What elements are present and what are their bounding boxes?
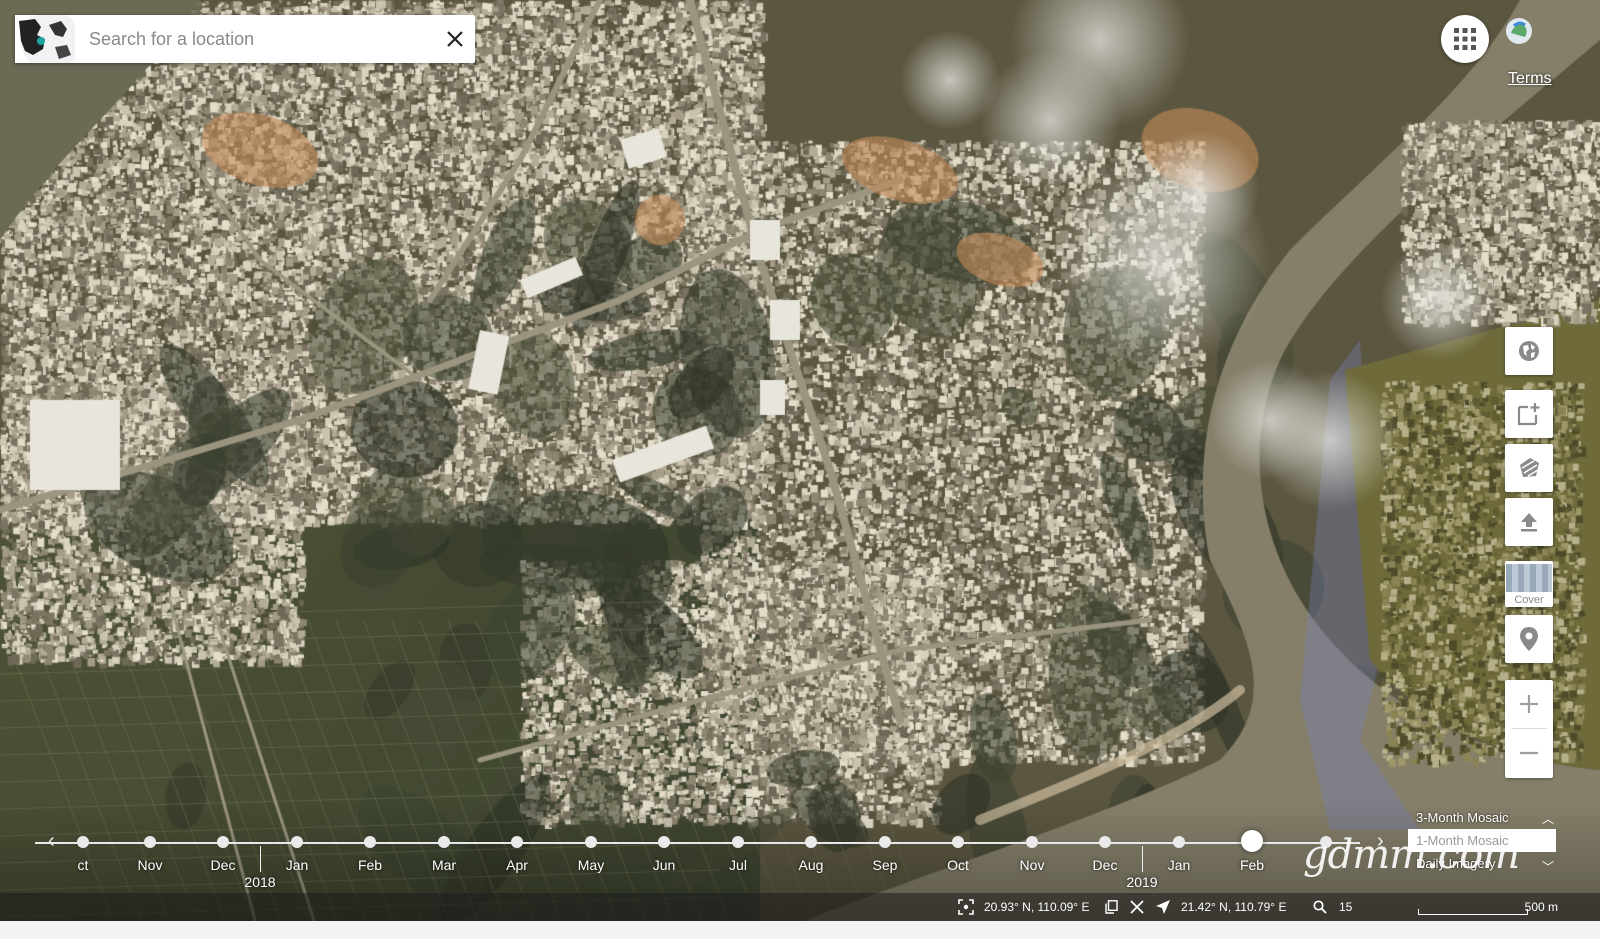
timeline-month-label[interactable]: Jul [729,857,747,873]
timeline-month-dot[interactable] [511,836,523,848]
timeline-month-label[interactable]: Nov [138,857,163,873]
globe-icon [1519,341,1539,361]
timeline-month-label[interactable]: Feb [358,857,382,873]
draw-area-button[interactable] [1505,444,1553,492]
close-icon [447,31,463,47]
avatar[interactable] [1505,17,1533,45]
timeline-month-dot[interactable] [952,836,964,848]
timeline-selected-handle[interactable] [1241,830,1263,852]
timeline-month-dot[interactable] [1099,836,1111,848]
add-box-icon [1517,403,1540,426]
timeline-month-label[interactable]: Apr [506,857,528,873]
timeline-month-label[interactable]: Dec [211,857,236,873]
scale-bar-label: 500 m [1524,900,1558,914]
timeline-month-dot[interactable] [879,836,891,848]
polygon-icon [1520,458,1539,477]
mosaic-option[interactable]: 3-Month Mosaic [1408,806,1556,829]
minus-icon [1520,751,1538,755]
timeline-month-label[interactable]: ct [78,857,89,873]
copy-icon[interactable] [1105,900,1119,914]
timeline-month-label[interactable]: Jan [286,857,309,873]
chevron-up-icon[interactable]: ︿ [1542,810,1554,827]
upload-button[interactable] [1505,498,1553,546]
view-coordinates-text: 20.93° N, 110.09° E [984,900,1090,914]
watermark: gdmm.com [1303,832,1520,878]
timeline-month-label[interactable]: Jan [1168,857,1191,873]
magnifier-icon [1313,900,1327,914]
timeline-month-label[interactable]: Dec [1093,857,1118,873]
timeline-month-dot[interactable] [291,836,303,848]
apps-button[interactable] [1441,15,1489,63]
grid-icon [1454,28,1476,50]
timeline-month-dot[interactable] [658,836,670,848]
zoom-out-button[interactable] [1505,729,1553,777]
scale-bar: 500 m [1418,893,1558,921]
add-layer-button[interactable] [1505,390,1553,438]
timeline-month-dot[interactable] [732,836,744,848]
search-input[interactable] [75,18,435,60]
timeline-prev-button[interactable]: ‹ [48,831,55,851]
timeline-month-dot[interactable] [1173,836,1185,848]
place-marker-button[interactable] [1505,615,1553,663]
zoom-level-text: 15 [1339,900,1353,914]
timeline-month-label[interactable]: Mar [432,857,456,873]
navigation-arrow-icon[interactable] [1155,899,1171,915]
timeline-month-label[interactable]: Oct [947,857,969,873]
timeline-month-dot[interactable] [77,836,89,848]
basemap-button[interactable] [1505,327,1553,375]
satellite-map[interactable] [0,0,1600,939]
plus-icon [1520,695,1538,713]
cursor-coordinates-text: 21.42° N, 110.79° E [1181,900,1287,914]
search-bar [15,15,475,63]
cloud-cover-label: Cover [1514,593,1544,606]
timeline-month-dot[interactable] [144,836,156,848]
cursor-location: 21.42° N, 110.79° E [1155,893,1286,921]
timeline-track[interactable] [35,842,1360,844]
status-bar: 20.93° N, 110.09° E 21.42° N, 110.79° E … [0,893,1600,921]
timeline-month-dot[interactable] [217,836,229,848]
timeline-month-label[interactable]: Jun [653,857,676,873]
zoom-level: 15 [1313,893,1352,921]
footer-strip [0,921,1600,939]
cloud-cover-button[interactable]: Cover [1505,561,1553,607]
location-pin-icon [1520,627,1538,651]
timeline-month-dot[interactable] [585,836,597,848]
timeline-month-dot[interactable] [364,836,376,848]
fullscreen-target-icon[interactable] [958,899,974,915]
view-coordinates: 20.93° N, 110.09° E [958,893,1145,921]
terms-link[interactable]: Terms [1508,70,1552,88]
timeline-month-dot[interactable] [438,836,450,848]
zoom-control [1505,680,1553,778]
upload-icon [1521,513,1537,532]
zoom-in-button[interactable] [1505,680,1553,728]
timeline-year-divider [260,846,261,872]
timeline-month-dot[interactable] [1026,836,1038,848]
timeline-month-label[interactable]: May [578,857,604,873]
globe-thumbnail[interactable] [15,15,75,63]
timeline-month-label[interactable]: Sep [873,857,898,873]
timeline-month-dot[interactable] [805,836,817,848]
clear-coordinates-icon[interactable] [1130,900,1145,914]
timeline-year-label: 2018 [244,874,276,890]
timeline-month-label[interactable]: Aug [799,857,824,873]
scale-bar-line [1418,909,1528,915]
timeline-year-label: 2019 [1126,874,1158,890]
timeline-month-label[interactable]: Nov [1020,857,1045,873]
chevron-down-icon[interactable]: ﹀ [1542,858,1554,875]
close-search-button[interactable] [435,15,475,63]
cloud-cover-thumbnail [1506,563,1552,592]
timeline-year-divider [1142,846,1143,872]
timeline-month-label[interactable]: Feb [1240,857,1264,873]
